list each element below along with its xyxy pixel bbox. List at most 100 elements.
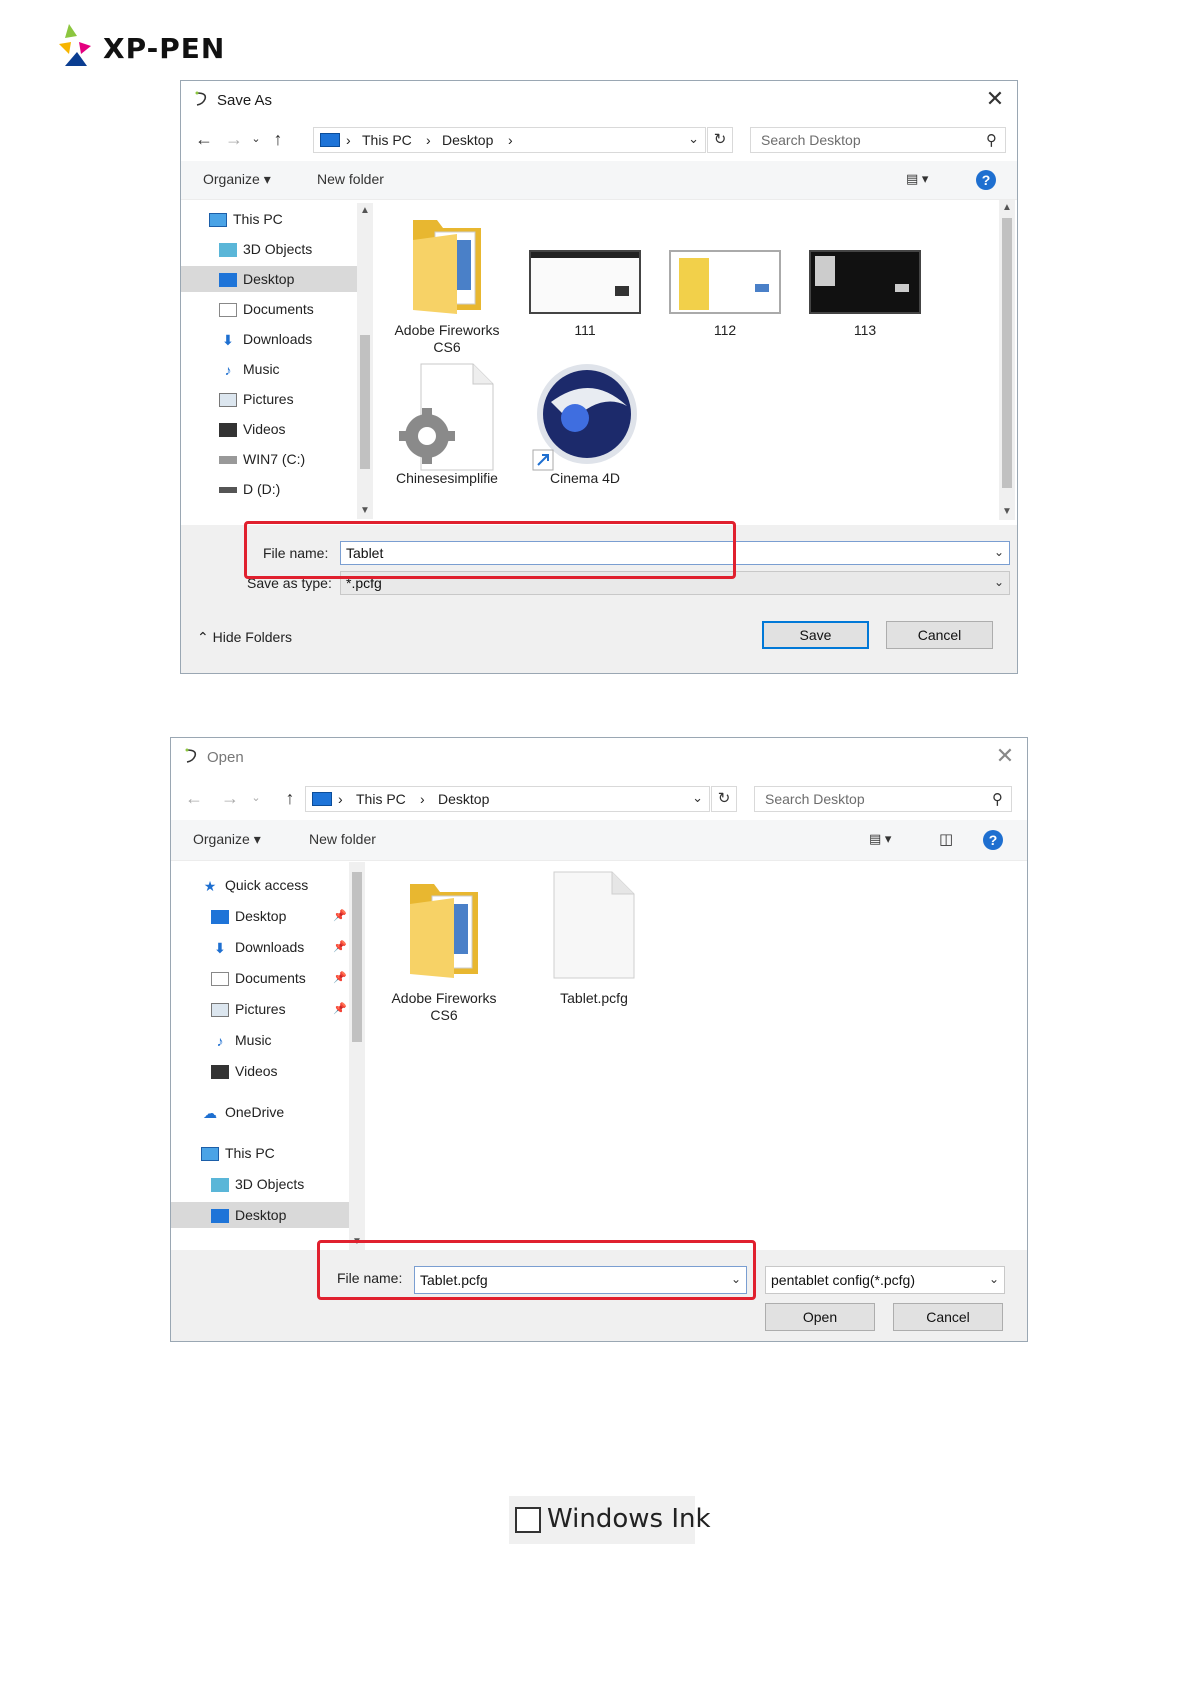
chevron-down-icon[interactable]: ⌄ [692, 790, 703, 806]
search-box[interactable]: Search Desktop ⚲ [754, 786, 1012, 812]
file-type-select[interactable]: pentablet config(*.pcfg) ⌄ [765, 1266, 1005, 1294]
search-icon: ⚲ [986, 132, 997, 149]
nav-item-onedrive[interactable]: ☁ OneDrive [201, 1099, 284, 1125]
windows-ink-option[interactable]: Windows Ink [509, 1496, 711, 1544]
nav-item-downloads[interactable]: ⬇ Downloads [219, 326, 312, 352]
file-item-tablet-pcfg[interactable]: Tablet.pcfg [529, 870, 659, 1020]
refresh-icon[interactable]: ↻ [707, 127, 733, 153]
folder-icon [413, 220, 481, 314]
chevron-down-icon[interactable]: ⌄ [994, 545, 1004, 559]
dialog-title: Open [207, 749, 244, 766]
save-button[interactable]: Save [762, 621, 869, 649]
windows-ink-label: Windows Ink [547, 1504, 711, 1534]
refresh-icon[interactable]: ↻ [711, 786, 737, 812]
address-bar[interactable]: › This PC › Desktop › ⌄ [313, 127, 706, 153]
nav-item-documents[interactable]: Documents [219, 296, 314, 322]
nav-item-3d-objects[interactable]: 3D Objects [219, 236, 312, 262]
breadcrumb-this-pc[interactable]: This PC [356, 791, 406, 807]
nav-item-3d-objects[interactable]: 3D Objects [211, 1171, 304, 1197]
forward-arrow-icon[interactable]: → [223, 128, 245, 150]
file-area: Adobe Fireworks CS6 Tablet.pcfg [371, 862, 1011, 1242]
nav-item-desktop-selected[interactable]: Desktop [171, 1202, 349, 1228]
open-button[interactable]: Open [765, 1303, 875, 1331]
scroll-down-icon[interactable]: ▼ [999, 504, 1015, 520]
nav-item-videos[interactable]: Videos [211, 1058, 278, 1084]
title-bar: Open ✕ [171, 738, 1027, 776]
cancel-button[interactable]: Cancel [893, 1303, 1003, 1331]
nav-item-videos[interactable]: Videos [219, 416, 286, 442]
navigation-row: ← → ⌄ ↑ › This PC › Desktop ⌄ ↻ Search D… [171, 782, 1027, 816]
file-item-adobe-fireworks[interactable]: Adobe Fireworks CS6 [385, 206, 509, 356]
scroll-down-icon[interactable]: ▼ [357, 503, 373, 519]
recent-chevron-icon[interactable]: ⌄ [245, 787, 267, 809]
file-item-adobe-fireworks[interactable]: Adobe Fireworks CS6 [379, 870, 509, 1030]
help-icon[interactable]: ? [976, 170, 996, 190]
pin-icon[interactable]: 📌 [333, 909, 347, 922]
up-arrow-icon[interactable]: ↑ [279, 787, 301, 809]
pin-icon[interactable]: 📌 [333, 1002, 347, 1015]
nav-item-desktop[interactable]: Desktop [181, 266, 357, 292]
file-item-cinema-4d[interactable]: Cinema 4D [523, 362, 647, 502]
file-item-113[interactable]: 113 [803, 206, 927, 346]
organize-button[interactable]: Organize ▾ [193, 831, 261, 848]
nav-item-quick-access[interactable]: ★ Quick access [201, 872, 309, 898]
file-item-chinesesimplifie[interactable]: Chinesesimplifie [385, 362, 509, 502]
file-area: Adobe Fireworks CS6 111 112 113 Chineses… [377, 200, 995, 520]
chevron-down-icon[interactable]: ⌄ [989, 1272, 999, 1286]
close-icon[interactable]: ✕ [983, 87, 1007, 111]
nav-scrollbar[interactable]: ▲ ▼ [357, 203, 373, 519]
forward-arrow-icon[interactable]: → [219, 787, 241, 809]
pin-icon[interactable]: 📌 [333, 971, 347, 984]
breadcrumb-desktop[interactable]: Desktop [438, 791, 489, 807]
save-as-dialog: Save As ✕ ← → ⌄ ↑ › This PC › Desktop › … [180, 80, 1018, 674]
file-icon [553, 871, 635, 979]
scroll-thumb[interactable] [360, 335, 370, 469]
nav-item-pictures[interactable]: Pictures [219, 386, 294, 412]
breadcrumb-this-pc[interactable]: This PC [362, 132, 412, 148]
new-folder-button[interactable]: New folder [317, 171, 384, 187]
nav-item-documents[interactable]: Documents [211, 965, 306, 991]
search-box[interactable]: Search Desktop ⚲ [750, 127, 1006, 153]
address-bar[interactable]: › This PC › Desktop ⌄ [305, 786, 710, 812]
view-options-icon[interactable]: ▤ ▾ [869, 831, 891, 847]
file-area-scrollbar[interactable]: ▲ ▼ [999, 200, 1015, 520]
scroll-thumb[interactable] [1002, 218, 1012, 488]
chevron-down-icon[interactable]: ⌄ [688, 131, 699, 147]
new-folder-button[interactable]: New folder [309, 831, 376, 847]
nav-item-downloads[interactable]: ⬇ Downloads [211, 934, 304, 960]
file-item-111[interactable]: 111 [523, 206, 647, 346]
nav-item-desktop[interactable]: Desktop [211, 903, 286, 929]
nav-item-music[interactable]: ♪ Music [211, 1027, 272, 1053]
title-bar: Save As ✕ [181, 81, 1017, 119]
nav-item-d-drive[interactable]: D (D:) [219, 476, 280, 502]
breadcrumb-desktop[interactable]: Desktop [442, 132, 493, 148]
back-arrow-icon[interactable]: ← [183, 787, 205, 809]
organize-button[interactable]: Organize ▾ [203, 171, 271, 188]
cancel-button[interactable]: Cancel [886, 621, 993, 649]
scroll-up-icon[interactable]: ▲ [999, 200, 1015, 216]
nav-scrollbar[interactable]: ▼ [349, 862, 365, 1250]
chevron-down-icon[interactable]: ⌄ [994, 575, 1004, 589]
toolbar: Organize ▾ New folder ▤ ▾ ◫ ? [171, 820, 1027, 861]
nav-item-this-pc[interactable]: This PC [209, 206, 283, 232]
recent-chevron-icon[interactable]: ⌄ [245, 128, 267, 150]
help-icon[interactable]: ? [983, 830, 1003, 850]
nav-item-win7-drive[interactable]: WIN7 (C:) [219, 446, 305, 472]
search-icon: ⚲ [992, 791, 1003, 808]
view-options-icon[interactable]: ▤ ▾ [906, 171, 928, 187]
windows-ink-checkbox[interactable] [515, 1507, 541, 1533]
scroll-thumb[interactable] [352, 872, 362, 1042]
file-item-112[interactable]: 112 [663, 206, 787, 346]
up-arrow-icon[interactable]: ↑ [267, 128, 289, 150]
back-arrow-icon[interactable]: ← [193, 128, 215, 150]
dialog-title: Save As [217, 92, 273, 109]
pin-icon[interactable]: 📌 [333, 940, 347, 953]
close-icon[interactable]: ✕ [993, 744, 1017, 768]
nav-item-this-pc[interactable]: This PC [201, 1140, 275, 1166]
navigation-pane: This PC 3D Objects Desktop Documents ⬇ Do… [181, 200, 357, 540]
hide-folders-toggle[interactable]: ⌃ Hide Folders [197, 629, 292, 646]
nav-item-pictures[interactable]: Pictures [211, 996, 286, 1022]
nav-item-music[interactable]: ♪ Music [219, 356, 280, 382]
scroll-up-icon[interactable]: ▲ [357, 203, 373, 219]
preview-pane-icon[interactable]: ◫ [939, 830, 953, 848]
